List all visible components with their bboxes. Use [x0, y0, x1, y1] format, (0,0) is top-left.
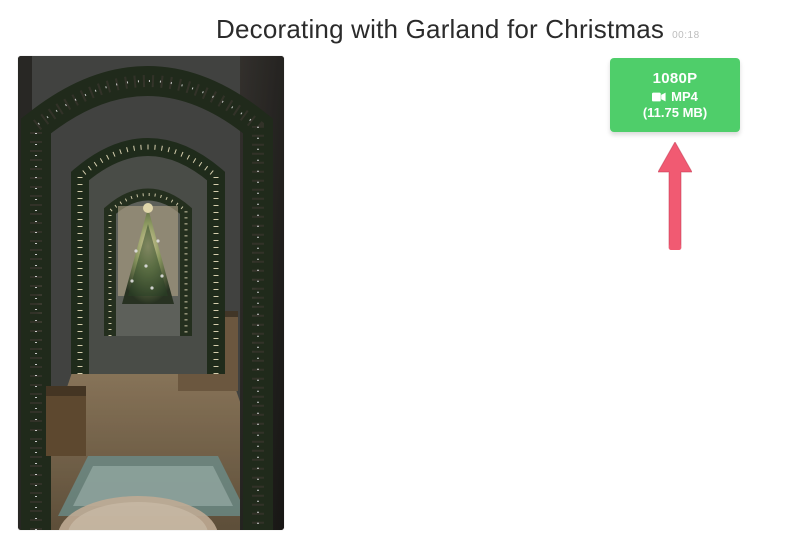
- download-format-row: MP4: [652, 89, 698, 104]
- video-thumbnail[interactable]: [18, 56, 284, 530]
- download-format: MP4: [671, 89, 698, 104]
- download-resolution: 1080P: [653, 70, 698, 87]
- download-size: (11.75 MB): [643, 105, 707, 120]
- video-camera-icon: [652, 92, 666, 102]
- video-header: Decorating with Garland for Christmas 00…: [216, 14, 700, 45]
- download-button[interactable]: 1080P MP4 (11.75 MB): [610, 58, 740, 132]
- annotation-arrow-icon: [658, 142, 692, 252]
- video-title: Decorating with Garland for Christmas: [216, 14, 664, 45]
- video-duration: 00:18: [672, 30, 700, 41]
